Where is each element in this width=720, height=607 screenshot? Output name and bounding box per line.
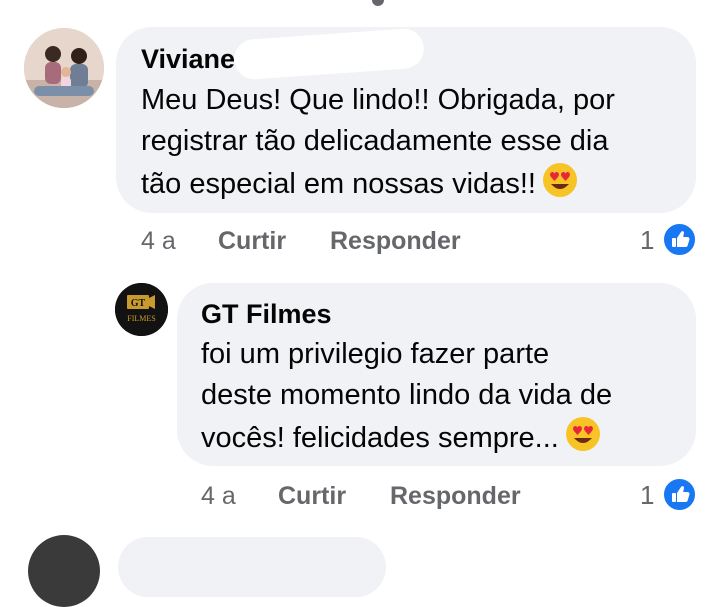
reaction-count[interactable]: 1 — [640, 480, 654, 511]
gt-filmes-logo-icon: GT FILMES — [115, 283, 168, 336]
reply-button[interactable]: Responder — [330, 226, 461, 256]
comment-age[interactable]: 4 a — [141, 226, 176, 256]
heart-eyes-emoji-icon — [565, 417, 600, 451]
avatar[interactable]: GT FILMES — [115, 283, 168, 336]
comment-text: Meu Deus! Que lindo!! Obrigada, por regi… — [141, 84, 615, 200]
comment-author-name[interactable]: GT Filmes — [201, 298, 332, 330]
thumbs-up-icon[interactable] — [662, 477, 697, 512]
heart-eyes-emoji-icon — [542, 163, 577, 197]
family-photo-avatar-image — [24, 28, 104, 108]
reaction-count[interactable]: 1 — [640, 225, 654, 256]
like-button[interactable]: Curtir — [218, 226, 286, 256]
comment-text: foi um privilegio fazer parte deste mome… — [201, 338, 613, 454]
thumbs-up-icon[interactable] — [662, 222, 697, 257]
reply-button[interactable]: Responder — [390, 481, 521, 511]
comment-bubble — [118, 537, 386, 597]
avatar[interactable] — [24, 28, 104, 108]
comment-author-name[interactable]: Viviane — [141, 43, 235, 75]
svg-text:FILMES: FILMES — [127, 314, 155, 323]
comment-age[interactable]: 4 a — [201, 481, 236, 511]
previous-action-fragment — [372, 0, 384, 6]
like-button[interactable]: Curtir — [278, 481, 346, 511]
svg-text:GT: GT — [131, 298, 146, 309]
avatar[interactable] — [28, 535, 100, 607]
